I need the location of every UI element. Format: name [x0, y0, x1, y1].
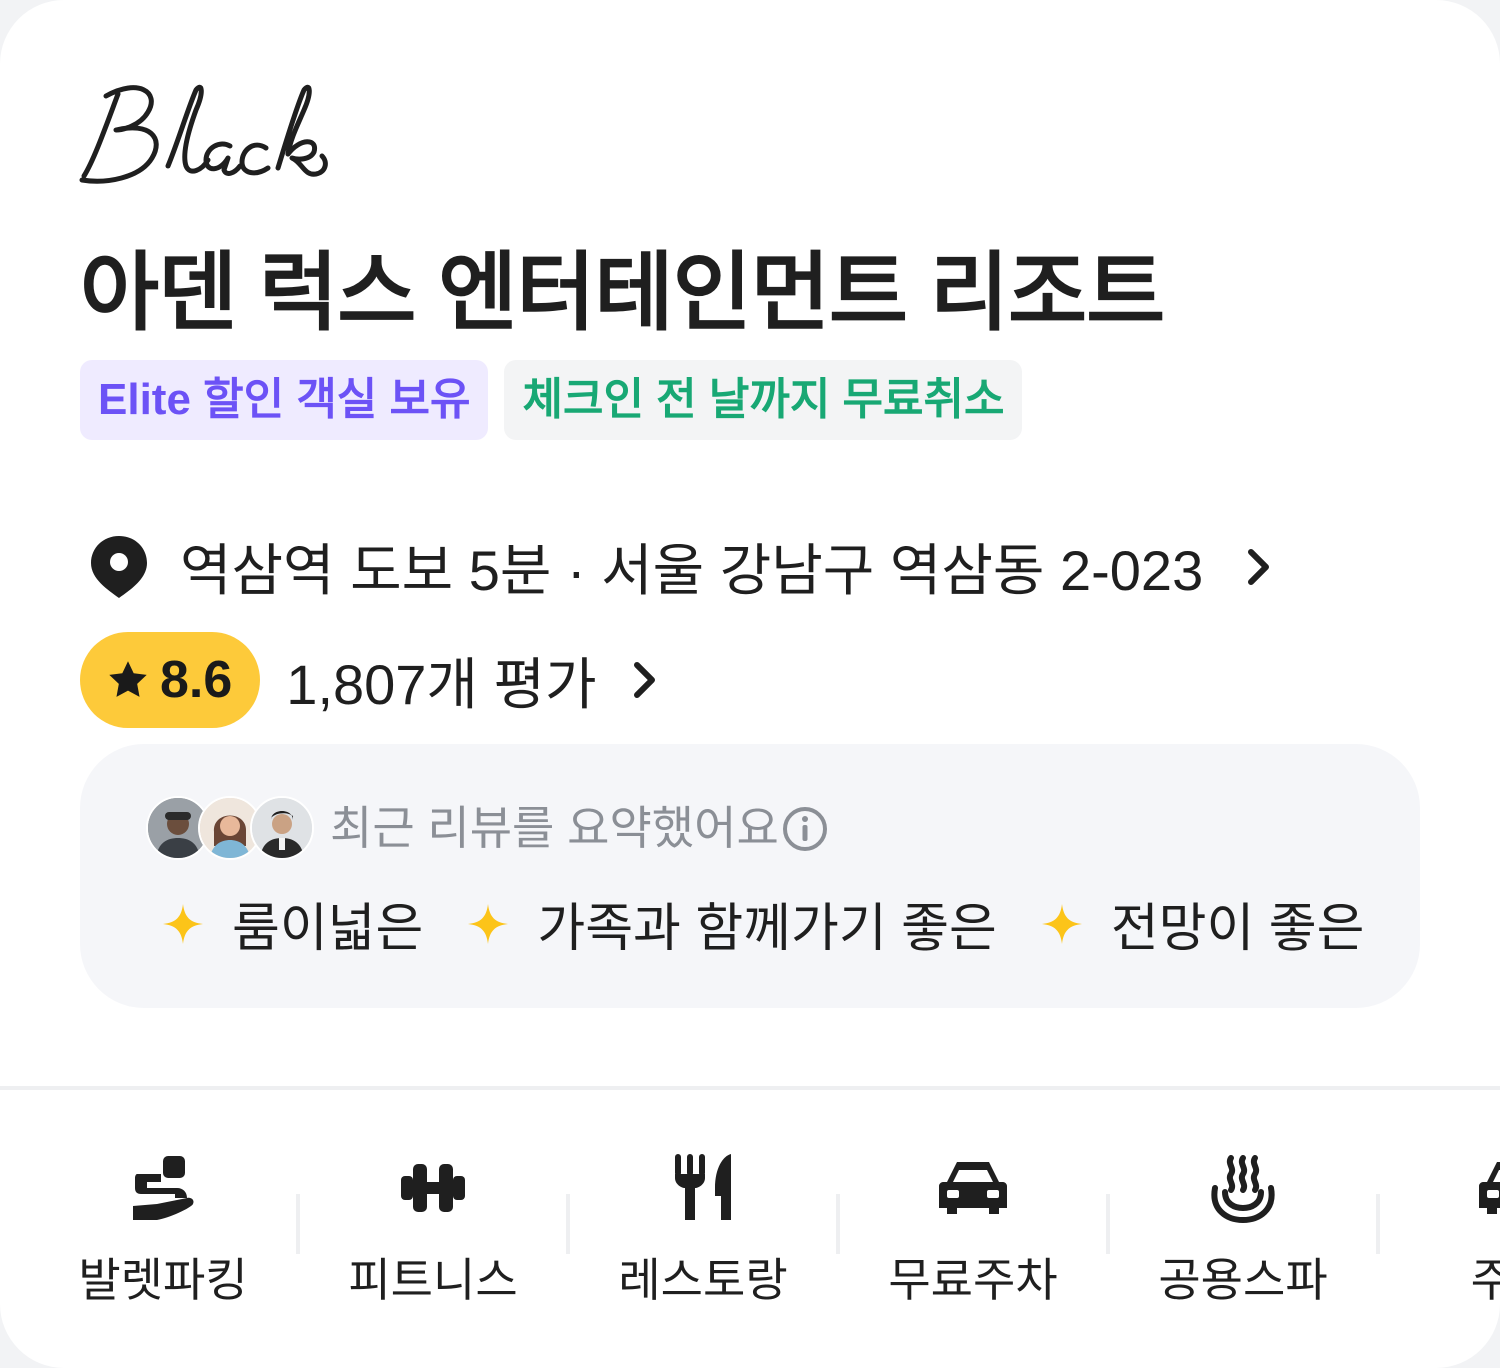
review-keyword-label: 가족과 함께가기 좋은: [537, 900, 997, 958]
amenity-public-spa[interactable]: 공용스파: [1118, 1140, 1368, 1310]
sparkle-icon: [163, 903, 203, 944]
review-summary-box: 최근 리뷰를 요약했어요 룸이넓은 가족과 함께가기 좋은 전망이 좋은: [80, 744, 1420, 1008]
review-keywords: 룸이넓은 가족과 함께가기 좋은 전망이 좋은: [162, 886, 1409, 961]
amenity-label: 무료주차: [888, 1254, 1058, 1306]
amenity-fitness[interactable]: 피트니스: [308, 1140, 558, 1310]
reviewer-avatars: [146, 796, 314, 860]
amenity-label: 공용스파: [1158, 1254, 1328, 1306]
sparkle-icon: [1041, 903, 1082, 944]
chevron-right-icon: [633, 662, 655, 698]
amenity-separator: [1106, 1194, 1110, 1254]
amenity-label: 레스토랑: [618, 1254, 788, 1306]
amenity-parking[interactable]: 주차: [1388, 1140, 1500, 1310]
sparkle-icon: [468, 903, 509, 944]
section-divider: [0, 1086, 1500, 1090]
amenity-free-parking[interactable]: 무료주차: [848, 1140, 1098, 1310]
rating-reviews-link[interactable]: 8.6 1,807개 평가: [80, 632, 659, 728]
amenity-separator: [296, 1194, 300, 1254]
review-keyword: 룸이넓은: [162, 886, 423, 961]
hot-spring-icon: [1211, 1155, 1275, 1224]
amenity-label: 피트니스: [348, 1254, 518, 1306]
info-icon[interactable]: [782, 806, 828, 852]
car-icon: [1479, 1162, 1500, 1214]
dumbbell-icon: [401, 1164, 465, 1212]
review-keyword-label: 전망이 좋은: [1110, 900, 1365, 958]
avatar: [250, 796, 314, 860]
amenity-restaurant[interactable]: 레스토랑: [578, 1140, 828, 1310]
review-keyword: 전망이 좋은: [1041, 886, 1365, 961]
hotel-tags: Elite 할인 객실 보유 체크인 전 날까지 무료취소: [80, 360, 1023, 440]
black-brand-logo: [79, 84, 328, 184]
rating-score: 8.6: [160, 651, 233, 709]
amenity-separator: [1376, 1194, 1380, 1254]
rating-badge: 8.6: [80, 632, 261, 728]
amenity-separator: [836, 1194, 840, 1254]
chevron-right-icon: [1248, 548, 1270, 585]
review-count: 1,807개 평가: [286, 652, 597, 716]
car-icon: [939, 1162, 1007, 1214]
amenity-label: 주차: [1470, 1254, 1500, 1306]
review-keyword: 가족과 함께가기 좋은: [467, 886, 997, 961]
star-icon: [109, 661, 147, 697]
hotel-info-card: 아덴 럭스 엔터테인먼트 리조트 Elite 할인 객실 보유 체크인 전 날까…: [0, 0, 1500, 1368]
map-pin-icon: [91, 535, 147, 598]
amenity-separator: [566, 1194, 570, 1254]
elite-discount-tag: Elite 할인 객실 보유: [80, 360, 489, 440]
valet-hand-icon: [133, 1156, 194, 1220]
free-cancellation-tag: 체크인 전 날까지 무료취소: [504, 360, 1023, 440]
location-link[interactable]: 역삼역 도보 5분 · 서울 강남구 역삼동 2-023: [88, 526, 1273, 607]
amenity-valet-parking[interactable]: 발렛파킹: [38, 1140, 288, 1310]
hotel-name-title: 아덴 럭스 엔터테인먼트 리조트: [80, 245, 1165, 341]
review-keyword-label: 룸이넓은: [232, 900, 424, 958]
amenity-label: 발렛파킹: [78, 1254, 248, 1306]
fork-knife-icon: [675, 1154, 731, 1220]
review-summary-title: 최근 리뷰를 요약했어요: [330, 802, 779, 854]
location-text: 역삼역 도보 5분 · 서울 강남구 역삼동 2-023: [180, 539, 1204, 602]
